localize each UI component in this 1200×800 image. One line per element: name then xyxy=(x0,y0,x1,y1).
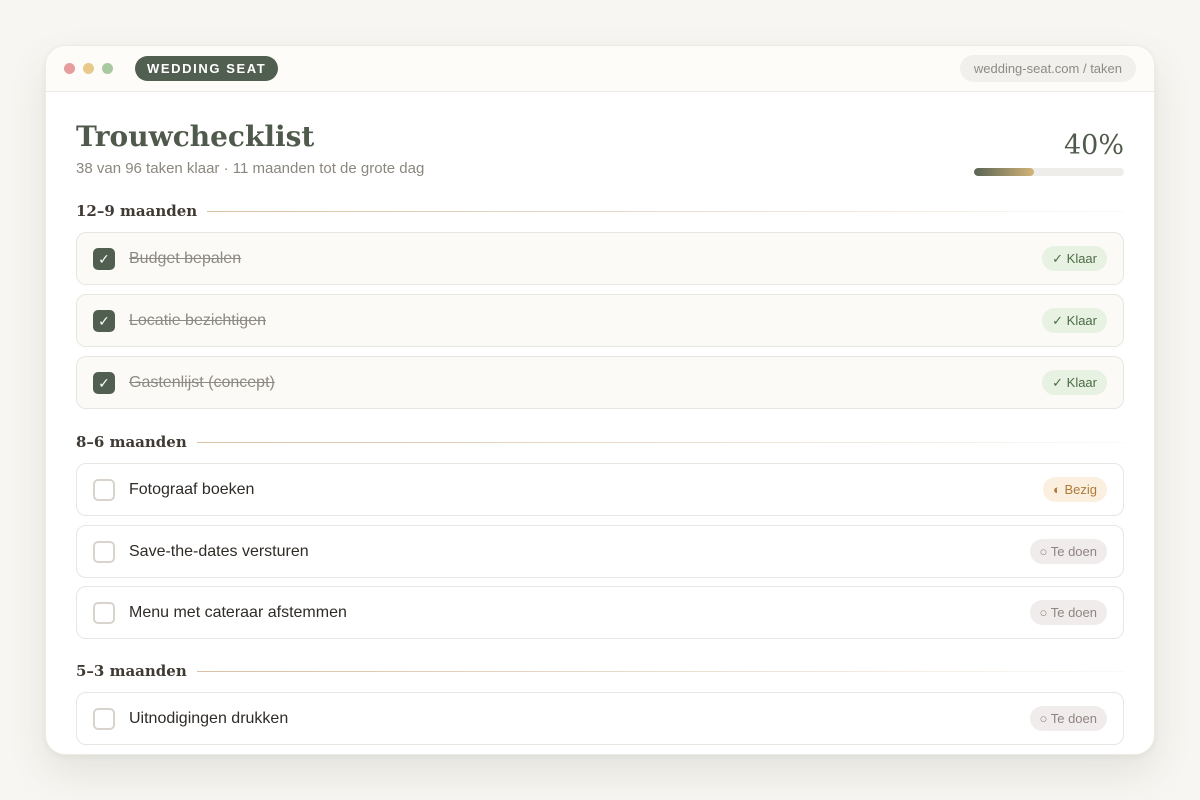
progress-bar-fill xyxy=(974,168,1034,176)
task-label: Uitnodigingen drukken xyxy=(129,709,289,727)
task-label: Budget bepalen xyxy=(129,249,242,267)
task-label: Save-the-dates versturen xyxy=(129,542,309,560)
task-label: Menu met cateraar afstemmen xyxy=(129,603,347,621)
status-badge: ✓ Klaar xyxy=(1042,246,1107,271)
section-header: 8–6 maanden xyxy=(76,433,1124,451)
page-subtitle: 38 van 96 taken klaar · 11 maanden tot d… xyxy=(76,160,425,177)
task-label: Fotograaf boeken xyxy=(129,480,255,498)
progress-bar xyxy=(974,168,1124,176)
section-divider xyxy=(196,441,1124,443)
page-title: Trouwchecklist xyxy=(76,120,315,153)
status-badge: ○ Te doen xyxy=(1029,706,1107,731)
checkbox-checked[interactable]: ✓ xyxy=(93,309,115,332)
section-header: 5–3 maanden xyxy=(76,662,1124,680)
section-title: 5–3 maanden xyxy=(76,662,187,680)
status-badge: ✓ Klaar xyxy=(1042,370,1107,395)
status-badge: ○ Te doen xyxy=(1029,539,1107,564)
task-item[interactable]: ✓ Gastenlijst (concept) ✓ Klaar xyxy=(76,356,1124,409)
task-item[interactable]: Uitnodigingen drukken ○ Te doen xyxy=(76,692,1124,745)
task-label: Locatie bezichtigen xyxy=(129,311,266,329)
close-window-dot[interactable] xyxy=(64,63,75,74)
brand-logo[interactable]: WEDDING SEAT xyxy=(135,56,279,81)
task-item[interactable]: Menu met cateraar afstemmen ○ Te doen xyxy=(76,586,1124,639)
section-title: 8–6 maanden xyxy=(76,433,187,451)
app-window: WEDDING SEAT wedding-seat.com / taken Tr… xyxy=(45,45,1155,755)
status-badge: ◐ Bezig xyxy=(1043,477,1107,502)
minimize-window-dot[interactable] xyxy=(83,63,94,74)
section-title: 12–9 maanden xyxy=(76,202,198,220)
status-badge: ✓ Klaar xyxy=(1042,308,1107,333)
checkbox-unchecked[interactable] xyxy=(93,707,115,730)
section-header: 12–9 maanden xyxy=(76,202,1124,220)
checkmark-icon: ✓ xyxy=(98,250,110,267)
checkbox-unchecked[interactable] xyxy=(93,540,115,563)
maximize-window-dot[interactable] xyxy=(102,63,113,74)
checkbox-checked[interactable]: ✓ xyxy=(93,247,115,270)
status-badge: ○ Te doen xyxy=(1029,600,1107,625)
task-item[interactable]: ✓ Budget bepalen ✓ Klaar xyxy=(76,232,1124,285)
checkmark-icon: ✓ xyxy=(98,312,110,329)
checkbox-unchecked[interactable] xyxy=(93,601,115,624)
task-item[interactable]: Fotograaf boeken ◐ Bezig xyxy=(76,463,1124,516)
task-item[interactable]: ✓ Locatie bezichtigen ✓ Klaar xyxy=(76,294,1124,347)
title-bar: WEDDING SEAT wedding-seat.com / taken xyxy=(46,46,1154,92)
checkmark-icon: ✓ xyxy=(98,374,110,391)
checkbox-unchecked[interactable] xyxy=(93,478,115,501)
checkbox-checked[interactable]: ✓ xyxy=(93,371,115,394)
section-divider xyxy=(207,210,1124,212)
task-item-partial[interactable] xyxy=(76,754,1124,755)
progress-percentage: 40% xyxy=(1063,130,1124,161)
task-label: Gastenlijst (concept) xyxy=(129,373,275,391)
url-bar[interactable]: wedding-seat.com / taken xyxy=(959,55,1136,82)
task-item[interactable]: Save-the-dates versturen ○ Te doen xyxy=(76,525,1124,578)
section-divider xyxy=(196,670,1124,672)
